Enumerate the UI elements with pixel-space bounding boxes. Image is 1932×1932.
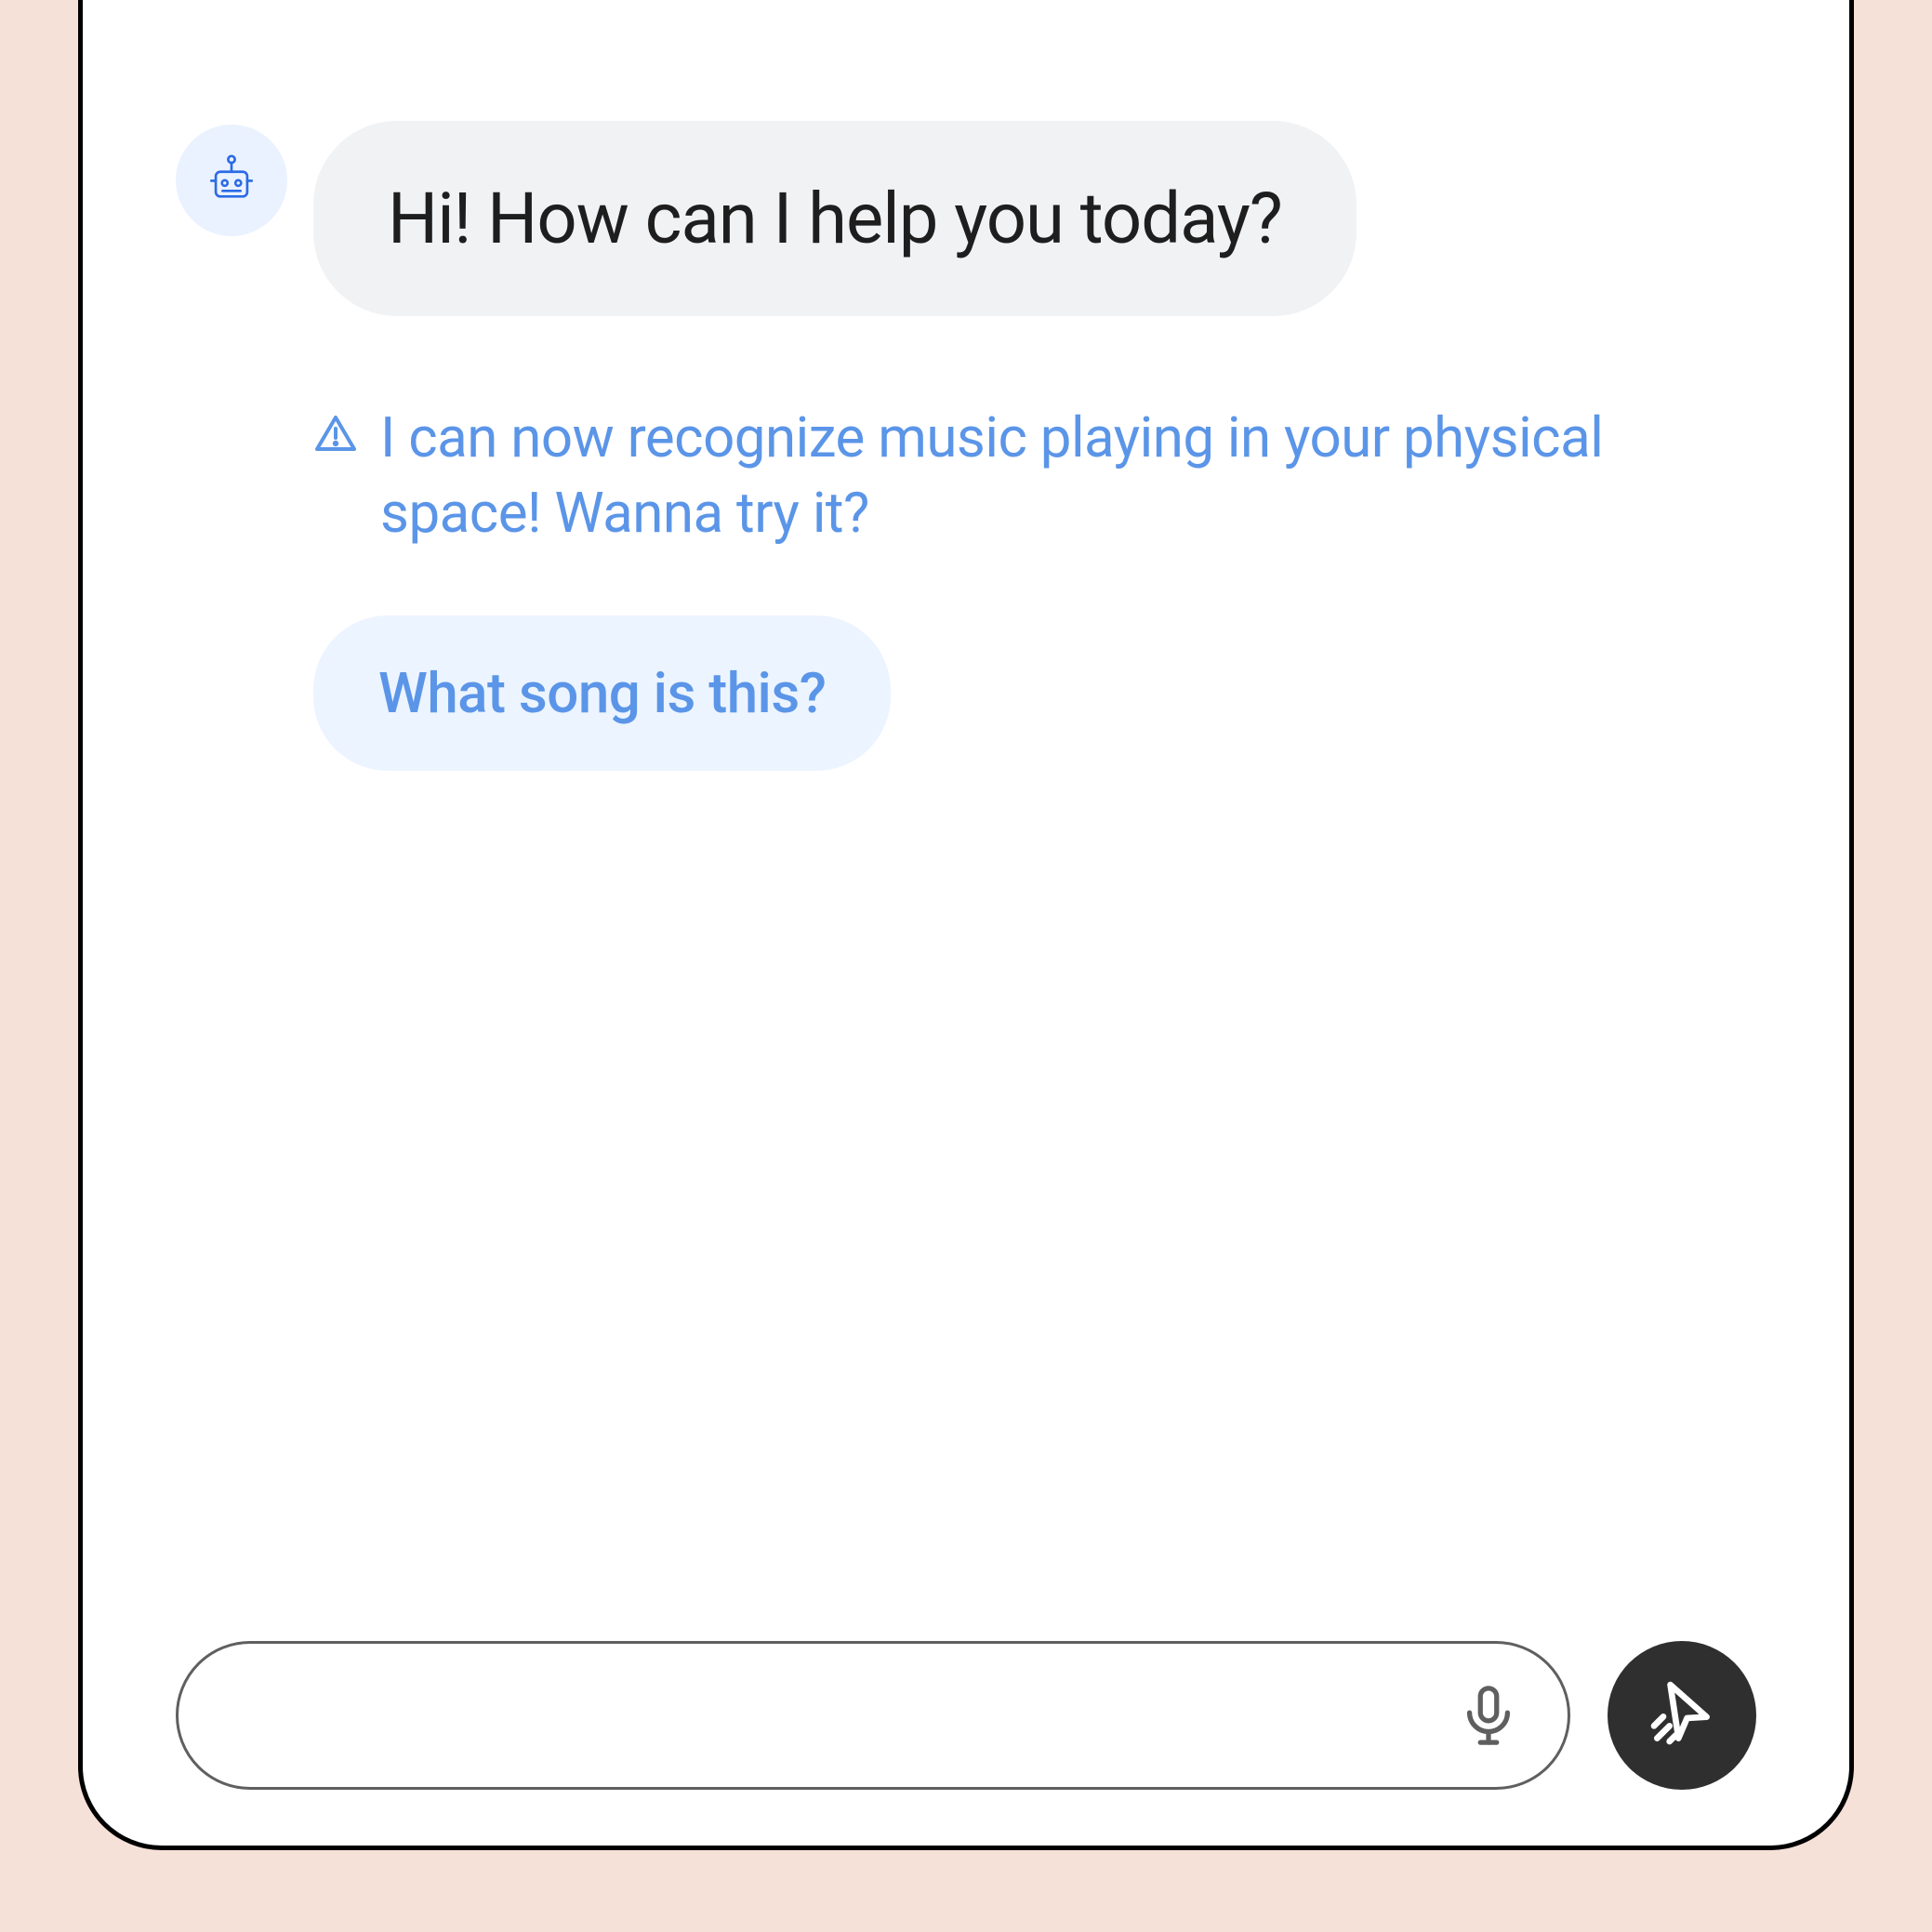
message-input[interactable] [225,1687,1456,1743]
bot-message-bubble: Hi! How can I help you today? [313,121,1356,316]
chat-area: Hi! How can I help you today? I can now … [176,121,1756,1604]
microphone-icon[interactable] [1456,1683,1521,1748]
send-cursor-icon [1645,1676,1719,1754]
notice-text: I can now recognize music playing in you… [380,400,1756,550]
bot-message-row: Hi! How can I help you today? [176,121,1756,316]
notice-block: I can now recognize music playing in you… [176,400,1756,771]
suggestion-chip[interactable]: What song is this? [313,615,891,771]
suggestion-label: What song is this? [378,660,826,726]
bot-avatar [176,125,287,236]
warning-triangle-icon [313,400,358,475]
message-input-container[interactable] [176,1641,1570,1790]
chat-window: Hi! How can I help you today? I can now … [78,0,1854,1850]
robot-icon [205,152,258,209]
send-button[interactable] [1608,1641,1756,1790]
feature-notice: I can now recognize music playing in you… [313,400,1756,550]
input-bar [176,1641,1756,1790]
bot-message-text: Hi! How can I help you today? [388,177,1282,260]
